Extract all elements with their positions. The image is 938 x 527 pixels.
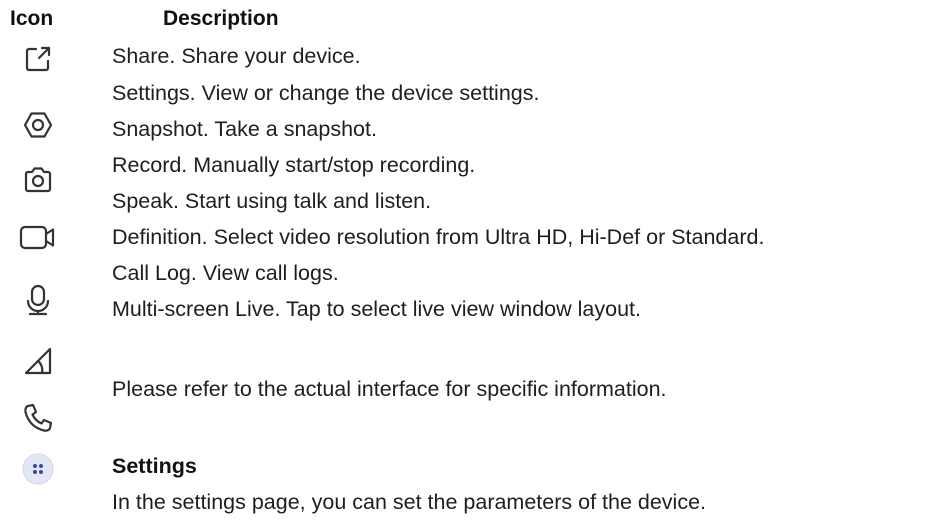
video-camera-icon <box>19 221 57 253</box>
description-record: Record. Manually start/stop recording. <box>112 153 476 177</box>
camera-icon <box>22 164 54 196</box>
grid-dots-icon <box>22 453 54 485</box>
settings-hexagon-icon <box>22 109 54 141</box>
share-icon <box>22 43 54 75</box>
description-definition: Definition. Select video resolution from… <box>112 225 765 249</box>
settings-description: In the settings page, you can set the pa… <box>112 490 707 514</box>
microphone-icon <box>22 284 54 316</box>
settings-title: Settings <box>112 454 197 478</box>
note-refer-interface: Please refer to the actual interface for… <box>112 377 667 401</box>
description-snapshot: Snapshot. Take a snapshot. <box>112 117 377 141</box>
phone-icon <box>22 402 54 434</box>
description-multi-screen-live: Multi-screen Live. Tap to select live vi… <box>112 297 641 321</box>
description-speak: Speak. Start using talk and listen. <box>112 189 432 213</box>
description-settings: Settings. View or change the device sett… <box>112 81 540 105</box>
signal-triangle-icon <box>22 345 54 377</box>
column-header-icon: Icon <box>10 7 54 30</box>
description-call-log: Call Log. View call logs. <box>112 261 339 285</box>
column-header-description: Description <box>163 7 279 30</box>
description-share: Share. Share your device. <box>112 44 361 68</box>
